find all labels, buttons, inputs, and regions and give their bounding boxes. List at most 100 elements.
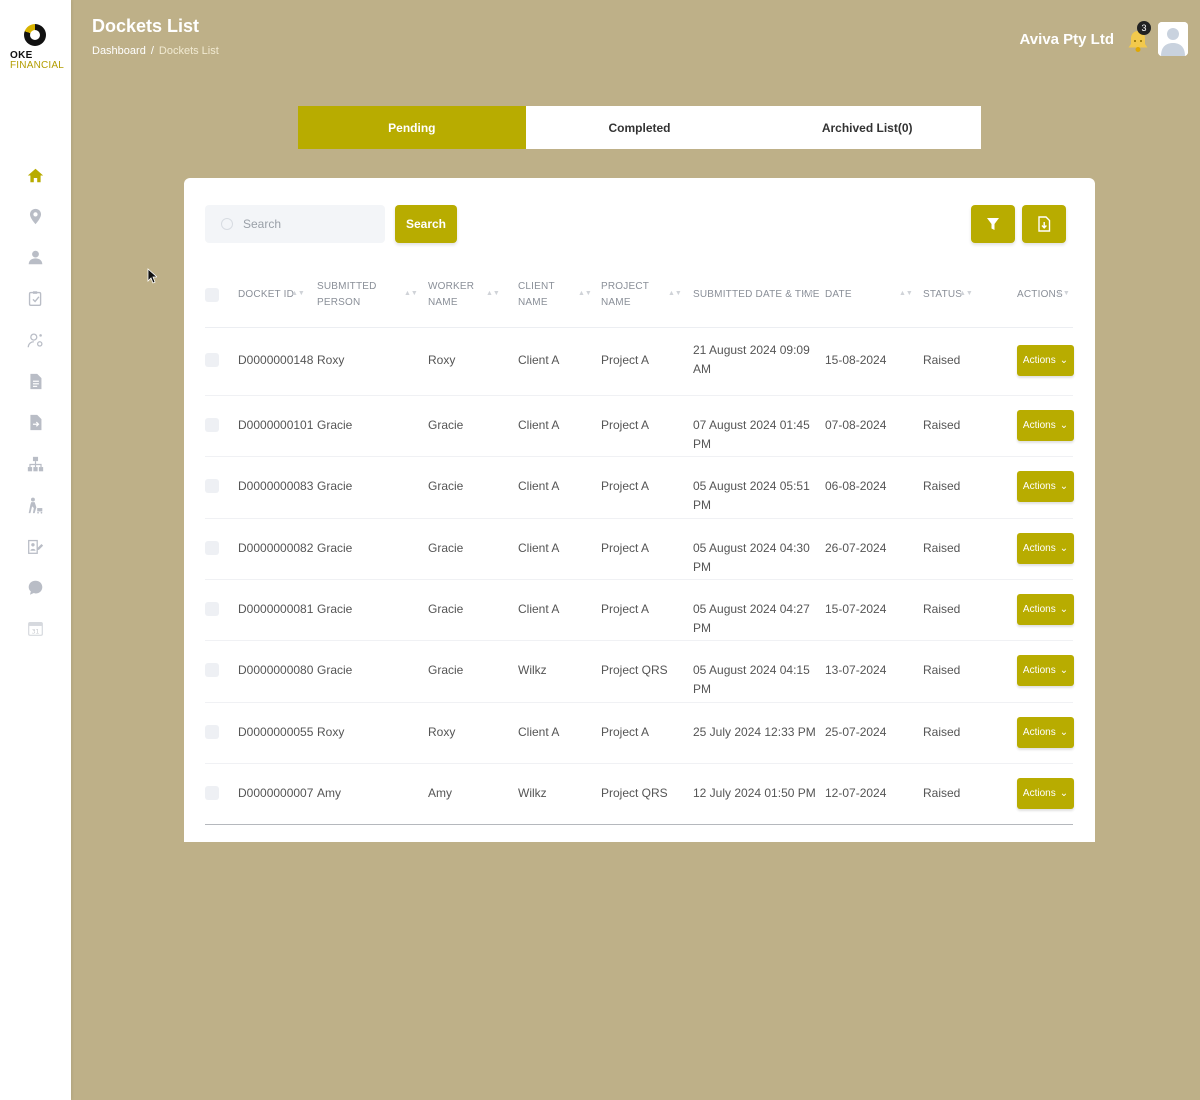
tab-archived-list[interactable]: Archived List(0) (753, 106, 981, 149)
cell-docket-id: D0000000007 (238, 786, 314, 800)
cell-submitted-date-time: 12 July 2024 01:50 PM (693, 786, 816, 800)
cell-date: 06-08-2024 (825, 479, 887, 493)
cell-docket-id: D0000000080 (238, 663, 314, 677)
chat-icon[interactable] (25, 577, 45, 597)
user-icon[interactable] (25, 247, 45, 267)
header-date[interactable]: DATE (825, 287, 852, 303)
sort-icon[interactable]: ▲▼ (1056, 290, 1070, 297)
home-icon[interactable] (25, 165, 45, 185)
row-checkbox[interactable] (205, 786, 219, 800)
row-checkbox[interactable] (205, 353, 219, 367)
header-project-name[interactable]: PROJECT NAME (601, 279, 649, 311)
cell-status: Raised (923, 725, 961, 739)
row-checkbox[interactable] (205, 541, 219, 555)
table-row[interactable]: D0000000080 Gracie Gracie Wilkz Project QRS 0… (205, 640, 1074, 703)
breadcrumb-dashboard[interactable]: Dashboard (92, 45, 146, 57)
breadcrumb: Dashboard / Dockets List (92, 45, 219, 57)
table-row[interactable]: D0000000083 Gracie Gracie Client A Project A… (205, 456, 1074, 519)
cell-submitted-person: Gracie (317, 663, 353, 677)
actions-button[interactable]: Actions ⌄ (1017, 717, 1074, 748)
cell-docket-id: D0000000083 (238, 479, 314, 493)
tab-completed[interactable]: Completed (526, 106, 754, 149)
clipboard-check-icon[interactable] (25, 288, 45, 308)
cell-submitted-date-time: 25 July 2024 12:33 PM (693, 725, 816, 739)
select-all-checkbox[interactable] (205, 288, 219, 302)
row-checkbox[interactable] (205, 663, 219, 677)
header-worker-name[interactable]: WORKER NAME (428, 279, 474, 311)
cell-project-name: Project A (601, 418, 650, 432)
table-bottom-border (205, 824, 1073, 825)
search-input[interactable] (241, 216, 375, 232)
sort-icon[interactable]: ▲▼ (291, 290, 305, 297)
actions-button[interactable]: Actions ⌄ (1017, 778, 1074, 809)
cell-client-name: Client A (518, 725, 560, 739)
actions-button[interactable]: Actions ⌄ (1017, 655, 1074, 686)
cell-project-name: Project A (601, 353, 650, 367)
header-status[interactable]: STATUS (923, 287, 962, 303)
sort-icon[interactable]: ▲▼ (801, 290, 815, 297)
sort-icon[interactable]: ▲▼ (668, 290, 682, 297)
cell-worker-name: Gracie (428, 479, 464, 493)
avatar[interactable] (1158, 22, 1188, 56)
row-checkbox[interactable] (205, 602, 219, 616)
sort-icon[interactable]: ▲▼ (486, 290, 500, 297)
sitemap-icon[interactable] (25, 454, 45, 474)
calendar-icon[interactable]: 31 (25, 618, 45, 638)
row-checkbox[interactable] (205, 725, 219, 739)
location-icon[interactable] (25, 206, 45, 226)
table-row[interactable]: D0000000148 Roxy Roxy Client A Project A 21 A… (205, 327, 1074, 396)
actions-button[interactable]: Actions ⌄ (1017, 471, 1074, 502)
company-name[interactable]: Aviva Pty Ltd (1020, 31, 1114, 48)
cell-date: 25-07-2024 (825, 725, 887, 739)
sort-icon[interactable]: ▲▼ (899, 290, 913, 297)
sort-icon[interactable]: ▲▼ (404, 290, 418, 297)
dockets-card: Search DOCKET ID ▲▼ SUBMITTEDPERSON ▲▼ W… (184, 178, 1095, 842)
user-edit-icon[interactable] (25, 536, 45, 556)
document-export-icon[interactable] (25, 412, 45, 432)
table-row[interactable]: D0000000007 Amy Amy Wilkz Project QRS 12 July… (205, 763, 1074, 825)
table-header: DOCKET ID ▲▼ SUBMITTED PERSON ▲▼ WORKER NA… (205, 274, 1073, 328)
actions-button[interactable]: Actions ⌄ (1017, 345, 1074, 376)
tab-pending[interactable]: Pending (298, 106, 526, 149)
table-row[interactable]: D0000000082 Gracie Gracie Client A Project A… (205, 518, 1074, 580)
search-icon (221, 218, 233, 230)
sort-icon[interactable]: ▲▼ (578, 290, 592, 297)
search-button[interactable]: Search (395, 205, 457, 243)
page-title: Dockets List (92, 16, 200, 36)
actions-button[interactable]: Actions ⌄ (1017, 410, 1074, 441)
cell-docket-id: D0000000148 (238, 353, 314, 367)
table-row[interactable]: D0000000101 Gracie Gracie Client A Project A… (205, 395, 1074, 457)
sidebar: OKE FINANCIAL 31 (0, 0, 71, 1100)
header-docket-id[interactable]: DOCKET ID (238, 287, 294, 303)
row-checkbox[interactable] (205, 479, 219, 493)
sort-icon[interactable]: ▲▼ (959, 290, 973, 297)
header-submitted-person[interactable]: SUBMITTED PERSON (317, 279, 377, 311)
chevron-down-icon: ⌄ (1059, 788, 1069, 799)
cell-client-name: Client A (518, 418, 560, 432)
notification-bell[interactable]: 3 (1124, 21, 1152, 54)
cell-project-name: Project A (601, 602, 650, 616)
export-button[interactable] (1022, 205, 1066, 243)
cell-submitted-person: Gracie (317, 479, 353, 493)
actions-button[interactable]: Actions ⌄ (1017, 594, 1074, 625)
table-row[interactable]: D0000000081 Gracie Gracie Client A Project A… (205, 579, 1074, 641)
cell-docket-id: D0000000081 (238, 602, 314, 616)
cell-client-name: Client A (518, 602, 560, 616)
worker-icon[interactable] (25, 495, 45, 515)
user-settings-icon[interactable] (25, 330, 45, 350)
table-row[interactable]: D0000000055 Roxy Roxy Client A Project A 25 J… (205, 702, 1074, 764)
cell-submitted-person: Roxy (317, 725, 345, 739)
row-checkbox[interactable] (205, 418, 219, 432)
cell-docket-id: D0000000082 (238, 541, 314, 555)
cell-worker-name: Amy (428, 786, 452, 800)
company-logo[interactable]: OKE FINANCIAL (8, 24, 64, 72)
breadcrumb-current: Dockets List (158, 45, 219, 57)
cell-submitted-person: Roxy (317, 353, 345, 367)
notification-count: 3 (1137, 21, 1151, 35)
chevron-down-icon: ⌄ (1059, 604, 1069, 615)
actions-button[interactable]: Actions ⌄ (1017, 533, 1074, 564)
filter-button[interactable] (971, 205, 1015, 243)
document-icon[interactable] (25, 371, 45, 391)
header-client-name[interactable]: CLIENT NAME (518, 279, 555, 311)
status-tabs: Pending Completed Archived List(0) (298, 106, 981, 149)
